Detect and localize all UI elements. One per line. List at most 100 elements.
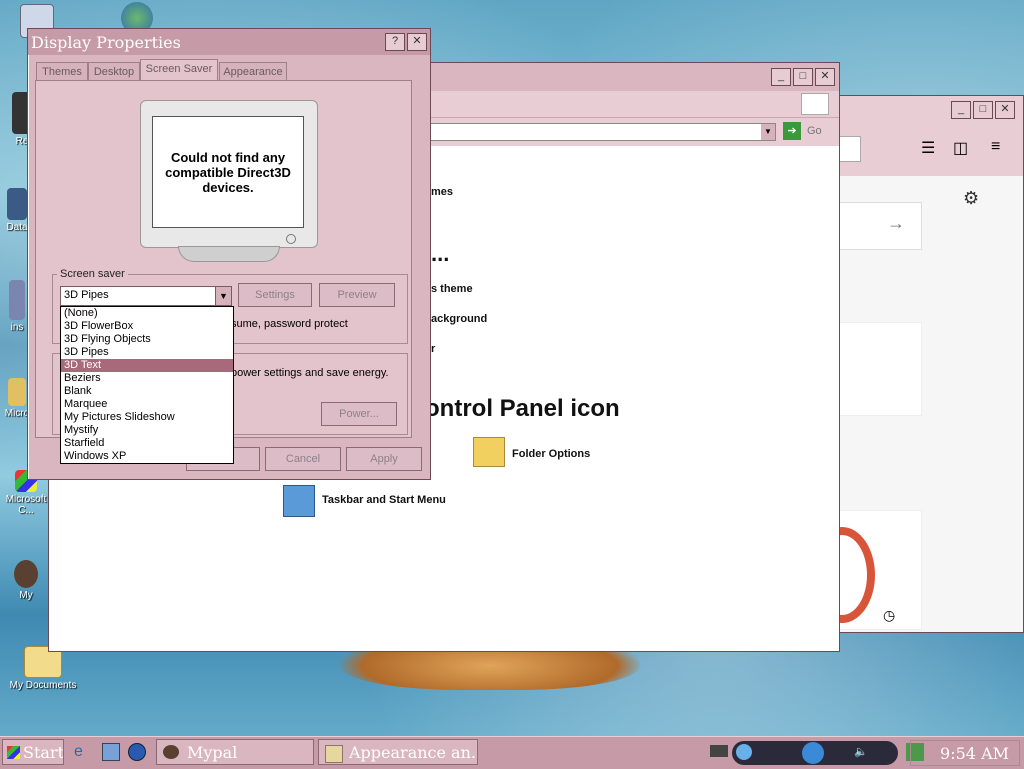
screen-saver-select-value: 3D Pipes — [64, 289, 109, 301]
explorer-icon[interactable] — [102, 743, 120, 761]
folder-icon — [7, 188, 27, 220]
desktop-icon-label: My Documents — [9, 680, 77, 691]
screen-saver-select[interactable]: 3D Pipes ▼ — [60, 286, 232, 306]
preview-message: Could not find any compatible Direct3D d… — [165, 149, 291, 195]
go-arrow-icon[interactable]: ➔ — [783, 122, 801, 140]
desktop-icon-my[interactable]: My — [2, 560, 50, 601]
dropdown-option[interactable]: 3D Pipes — [61, 346, 233, 359]
menu-icon[interactable]: ≡ — [991, 138, 1000, 156]
cp-fragment-themes: mes — [431, 186, 454, 198]
desktop-icon-label: Micro — [4, 408, 30, 419]
power-description: power settings and save energy. — [231, 367, 389, 379]
cp-fragment-dots: ... — [431, 241, 450, 266]
tab-desktop[interactable]: Desktop — [88, 62, 140, 81]
start-button[interactable]: Start — [2, 739, 64, 765]
dropdown-option[interactable]: Blank — [61, 385, 233, 398]
resume-password-text: sume, password protect — [231, 318, 348, 330]
close-button[interactable]: ✕ — [815, 68, 835, 86]
desktop-icon-label: My — [19, 590, 33, 601]
dropdown-option-highlighted[interactable]: 3D Text — [61, 359, 233, 372]
preview-button[interactable]: Preview — [319, 283, 395, 307]
cancel-button[interactable]: Cancel — [265, 447, 341, 471]
tab-appearance[interactable]: Appearance — [219, 62, 287, 81]
page-heading: ontrol Panel icon — [425, 395, 620, 422]
cp-fragment-background[interactable]: ackground — [431, 313, 487, 325]
browser-titlebar: _ □ ✕ — [839, 96, 1023, 126]
media-player-icon[interactable] — [128, 743, 146, 761]
taskbar-item-appearance[interactable]: Appearance an... — [318, 739, 478, 765]
control-panel-icon — [325, 745, 343, 763]
desktop-icon-label: ins — [10, 322, 24, 333]
tab-screen-saver[interactable]: Screen Saver — [140, 59, 218, 81]
maximize-button[interactable]: □ — [793, 68, 813, 86]
dropdown-option[interactable]: My Pictures Slideshow — [61, 411, 233, 424]
browser-window: _ □ ✕ ☰ ◫ ≡ ⚙ → ◷ — [809, 95, 1024, 633]
dropdown-option[interactable]: Beziers — [61, 372, 233, 385]
play-icon[interactable] — [736, 744, 752, 760]
tab-themes[interactable]: Themes — [36, 62, 88, 81]
taskbar-item-label: Mypal — [187, 743, 238, 762]
app-icon — [8, 378, 26, 406]
dropdown-option[interactable]: Mystify — [61, 424, 233, 437]
browser-card: ◷ — [809, 510, 922, 630]
chevron-down-icon[interactable]: ▼ — [215, 287, 231, 305]
keyboard-icon[interactable] — [710, 745, 728, 757]
start-label: Start — [23, 743, 64, 762]
settings-gear-icon[interactable]: ⚙ — [963, 188, 979, 209]
installer-icon — [9, 280, 25, 320]
folder-options-link[interactable]: Folder Options — [512, 448, 590, 460]
dialog-titlebar: Display Properties ? ✕ — [28, 29, 430, 55]
dropdown-option[interactable]: 3D Flying Objects — [61, 333, 233, 346]
volume-icon[interactable]: 🔈 — [854, 745, 868, 758]
cp-fragment-r[interactable]: r — [431, 343, 435, 355]
dropdown-option[interactable]: Marquee — [61, 398, 233, 411]
close-button[interactable]: ✕ — [407, 33, 427, 51]
clock-time[interactable]: 9:54 AM — [940, 744, 1009, 763]
library-icon[interactable]: ☰ — [921, 138, 935, 158]
maximize-button[interactable]: □ — [973, 101, 993, 119]
taskbar-start-icon[interactable] — [283, 485, 315, 517]
dropdown-option[interactable]: Windows XP — [61, 450, 233, 463]
desktop-icon-my-documents[interactable]: My Documents — [8, 646, 78, 691]
address-input[interactable]: ▼ — [429, 123, 776, 141]
cp-fragment-theme[interactable]: s theme — [431, 283, 473, 295]
taskbar-start-link[interactable]: Taskbar and Start Menu — [322, 494, 446, 506]
sidebar-icon[interactable]: ◫ — [953, 138, 968, 158]
browser-address-bar[interactable] — [839, 136, 861, 162]
browser-card — [839, 322, 922, 416]
minimize-button[interactable]: _ — [771, 68, 791, 86]
monitor-stand — [178, 246, 280, 262]
media-controls: 🔈 — [732, 741, 898, 765]
desktop-icon-label: Microsoft C... — [5, 494, 47, 516]
go-button[interactable]: Go — [807, 125, 822, 137]
windows-logo-icon — [7, 746, 20, 759]
screen-saver-dropdown-list[interactable]: (None) 3D FlowerBox 3D Flying Objects 3D… — [60, 306, 234, 464]
apply-button[interactable]: Apply — [346, 447, 422, 471]
taskbar-item-mypal[interactable]: Mypal — [156, 739, 314, 765]
dropdown-option[interactable]: (None) — [61, 307, 233, 320]
ie-icon[interactable]: e — [74, 743, 83, 761]
dropdown-option[interactable]: Starfield — [61, 437, 233, 450]
minimize-button[interactable]: _ — [951, 101, 971, 119]
dropdown-option[interactable]: 3D FlowerBox — [61, 320, 233, 333]
browser-toolbar: ☰ ◫ ≡ — [839, 126, 1023, 176]
system-tray-clock: 9:54 AM — [910, 740, 1020, 766]
taskbar-item-label: Appearance an... — [349, 743, 478, 762]
power-led-icon — [286, 234, 296, 244]
taskbar: Start e Mypal Appearance an... 🔈 9:54 AM — [0, 736, 1024, 769]
folder-options-icon[interactable] — [473, 437, 505, 467]
close-button[interactable]: ✕ — [995, 101, 1015, 119]
help-button[interactable]: ? — [385, 33, 405, 51]
dialog-title: Display Properties — [31, 32, 181, 52]
user-icon — [14, 560, 38, 588]
arrow-right-icon[interactable]: → — [887, 213, 905, 234]
power-button[interactable]: Power... — [321, 402, 397, 426]
settings-button[interactable]: Settings — [238, 283, 312, 307]
screen-saver-group-label: Screen saver — [57, 268, 128, 280]
desktop-icon-label: Data — [6, 222, 28, 233]
play-pause-icon[interactable] — [802, 742, 824, 764]
browser-search-card[interactable]: → — [839, 202, 922, 250]
chevron-down-icon[interactable]: ▼ — [761, 124, 775, 140]
windows-flag-icon — [801, 93, 829, 115]
clock-icon: ◷ — [883, 607, 896, 623]
